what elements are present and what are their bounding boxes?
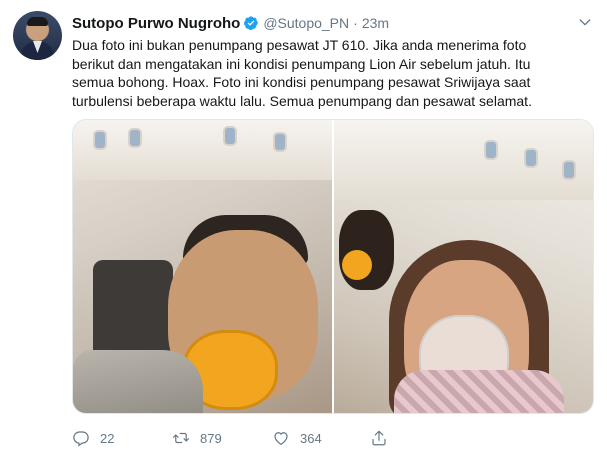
photo-passenger-man-oxygen-mask[interactable]: [73, 120, 332, 413]
tweet-text: Dua foto ini bukan penumpang pesawat JT …: [72, 37, 532, 109]
verified-badge-icon: [243, 15, 259, 31]
retweet-button[interactable]: 879: [172, 426, 222, 450]
tweet-header: Sutopo Purwo Nugroho @Sutopo_PN · 23m: [72, 13, 389, 33]
retweet-count: 879: [200, 430, 222, 446]
photo-passenger-woman-oxygen-mask[interactable]: [334, 120, 593, 413]
reply-button[interactable]: 22: [72, 426, 114, 450]
like-count: 364: [300, 430, 322, 446]
heart-icon: [274, 432, 288, 445]
retweet-icon: [172, 432, 190, 444]
reply-icon: [73, 431, 89, 447]
tweet-media[interactable]: [72, 119, 594, 414]
avatar[interactable]: [13, 11, 62, 60]
share-button[interactable]: [370, 426, 388, 450]
separator-dot: ·: [353, 15, 358, 31]
author-handle[interactable]: @Sutopo_PN: [263, 15, 349, 31]
like-button[interactable]: 364: [272, 426, 322, 450]
reply-count: 22: [100, 430, 115, 446]
share-icon: [372, 430, 386, 446]
tweet[interactable]: Sutopo Purwo Nugroho @Sutopo_PN · 23m Du…: [0, 0, 607, 461]
tweet-timestamp[interactable]: 23m: [362, 15, 389, 31]
chevron-down-icon[interactable]: [575, 12, 595, 32]
tweet-actions: 22 879 364: [72, 426, 592, 450]
author-name[interactable]: Sutopo Purwo Nugroho: [72, 15, 240, 32]
